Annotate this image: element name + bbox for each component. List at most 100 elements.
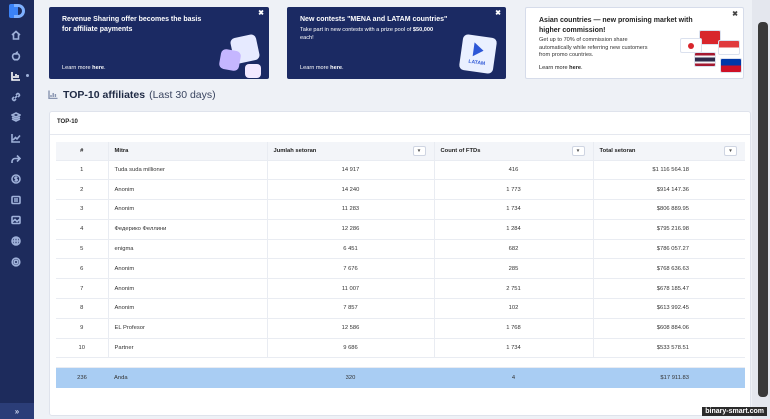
cell-mitra: EL Profesor: [108, 318, 268, 339]
banner-title: Asian countries — new promising market w…: [539, 17, 693, 34]
table-row: 5 enigma 6 451 682 $786 057.27: [56, 239, 745, 260]
apple-icon[interactable]: [10, 50, 22, 62]
star-illustration-icon: [218, 48, 242, 72]
cell-mitra: Anonim: [108, 199, 268, 220]
banner-learn-more: Learn more here.: [539, 65, 583, 71]
cell-count-ftds: 285: [434, 258, 594, 280]
table-row: 1 Tuda suda millioner 14 917 416 $1 116 …: [56, 160, 745, 181]
cell-jumlah-setoran: 12 286: [267, 219, 435, 240]
cell-mitra: Anonim: [108, 258, 268, 280]
cell-count-ftds: 682: [434, 239, 594, 260]
cell-count-ftds: 4: [434, 367, 593, 388]
settings-icon[interactable]: [10, 256, 22, 268]
scrollbar-thumb[interactable]: [758, 22, 768, 397]
banner-title: Revenue Sharing offer becomes the basis …: [62, 16, 202, 33]
stats-icon[interactable]: [10, 132, 22, 144]
cell-total-setoran: $678 185.47: [593, 278, 745, 300]
list-icon[interactable]: [10, 194, 22, 206]
cell-rank: 5: [56, 239, 109, 260]
layers-icon[interactable]: [10, 111, 22, 123]
flag-indonesia-icon: [718, 40, 740, 55]
collapse-sidebar-button[interactable]: »: [0, 403, 34, 419]
globe-icon[interactable]: [10, 235, 22, 247]
col-header-rank: #: [56, 142, 109, 161]
flag-thailand-icon: [694, 52, 716, 67]
table-row: 10 Partner 9 686 1 734 $533 578.51: [56, 338, 745, 359]
latam-label: LATAM: [468, 58, 486, 67]
link-icon[interactable]: [10, 91, 22, 103]
cell-rank: 1: [56, 160, 109, 181]
table-row: 2 Anonim 14 240 1 773 $914 147.36: [56, 179, 745, 201]
cell-mitra: Anonim: [108, 298, 268, 319]
cell-jumlah-setoran: 12 586: [267, 318, 435, 339]
cell-jumlah-setoran: 7 857: [267, 298, 435, 319]
col-header-total-setoran[interactable]: Total setoran ▾: [593, 142, 745, 161]
cell-jumlah-setoran: 14 240: [267, 179, 435, 201]
cell-count-ftds: 1 284: [434, 219, 594, 240]
close-icon[interactable]: ✖: [732, 10, 738, 18]
watermark: binary-smart.com: [702, 407, 767, 416]
scrollbar[interactable]: [752, 0, 770, 419]
banner-body: Take part in new contests with a prize p…: [300, 27, 434, 41]
double-chevron-icon: »: [14, 406, 20, 416]
banner-learn-more: Learn more here.: [62, 65, 106, 71]
cell-jumlah-setoran: 9 686: [267, 338, 435, 359]
banner-link-here[interactable]: here: [569, 65, 581, 71]
play-icon: [472, 41, 485, 58]
cell-jumlah-setoran: 6 451: [267, 239, 435, 260]
cell-rank: 3: [56, 199, 109, 220]
cell-total-setoran: $533 578.51: [593, 338, 745, 359]
close-icon[interactable]: ✖: [258, 9, 264, 17]
cell-total-setoran: $806 889.95: [593, 199, 745, 220]
cell-total-setoran: $608 884.06: [593, 318, 745, 339]
sidebar: »: [0, 0, 34, 419]
cell-rank: 236: [56, 367, 108, 388]
page-title-text: TOP-10 affiliates: [63, 89, 146, 101]
sort-dropdown-button[interactable]: ▾: [571, 146, 585, 156]
bar-chart-icon: [48, 90, 58, 101]
cell-total-setoran: $795 216.98: [593, 219, 745, 240]
cell-jumlah-setoran: 320: [267, 367, 434, 388]
cell-total-setoran: $1 116 564.18: [593, 160, 745, 181]
page-title: TOP-10 affiliates (Last 30 days): [48, 89, 216, 101]
logo-icon[interactable]: [9, 4, 25, 18]
table-row: 6 Anonim 7 676 285 $768 636.63: [56, 258, 745, 280]
col-header-jumlah-setoran[interactable]: Jumlah setoran ▾: [267, 142, 435, 161]
cell-total-setoran: $786 057.27: [593, 239, 745, 260]
cell-jumlah-setoran: 7 676: [267, 258, 435, 280]
image-icon[interactable]: [10, 214, 22, 226]
table-row-current-user: 236 Anda 320 4 $17 911.83: [56, 367, 745, 388]
chart-icon[interactable]: [10, 70, 22, 82]
flag-japan-icon: [680, 38, 702, 53]
user-illustration-icon: [245, 64, 261, 78]
banner-link-here[interactable]: here: [330, 65, 342, 71]
table-row: 4 Федерико Феллини 12 286 1 284 $795 216…: [56, 219, 745, 240]
banner-link-here[interactable]: here: [92, 65, 104, 71]
home-icon[interactable]: [10, 29, 22, 41]
table-spacer: [56, 357, 745, 369]
dollar-icon[interactable]: [10, 173, 22, 185]
cell-rank: 7: [56, 278, 109, 300]
sort-dropdown-button[interactable]: ▾: [412, 146, 426, 156]
cell-rank: 8: [56, 298, 109, 319]
close-icon[interactable]: ✖: [495, 9, 501, 17]
cell-mitra: Partner: [108, 338, 268, 359]
share-icon[interactable]: [10, 153, 22, 165]
table-header-row: # Mitra Jumlah setoran ▾ Count of FTDs ▾…: [56, 142, 745, 161]
cell-count-ftds: 1 773: [434, 179, 594, 201]
chevron-down-icon: ▾: [417, 148, 421, 154]
cell-total-setoran: $768 636.63: [593, 258, 745, 280]
sort-dropdown-button[interactable]: ▾: [724, 146, 737, 156]
banner-title: New contests "MENA and LATAM countries": [300, 16, 448, 23]
cell-jumlah-setoran: 14 917: [267, 160, 435, 181]
col-header-count-ftds[interactable]: Count of FTDs ▾: [434, 142, 594, 161]
table-row: 7 Anonim 11 007 2 751 $678 185.47: [56, 278, 745, 300]
divider: [50, 134, 750, 135]
table-row: 9 EL Profesor 12 586 1 768 $608 884.06: [56, 318, 745, 339]
flag-philippines-icon: [720, 58, 742, 73]
table-row: 3 Anonim 11 283 1 734 $806 889.95: [56, 199, 745, 220]
cell-count-ftds: 2 751: [434, 278, 594, 300]
cell-jumlah-setoran: 11 283: [267, 199, 435, 220]
cell-mitra: Anonim: [108, 278, 268, 300]
banner-learn-more: Learn more here.: [300, 65, 344, 71]
